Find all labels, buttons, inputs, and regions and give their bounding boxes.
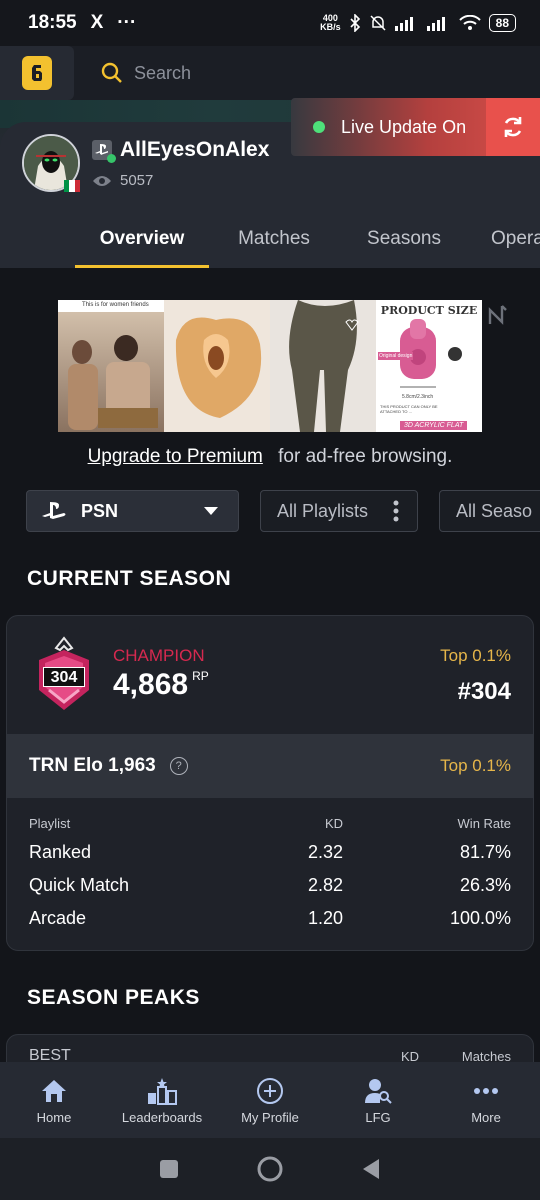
- add-circle-icon: [257, 1077, 283, 1104]
- home-icon: [42, 1079, 66, 1102]
- playlist-label: All Playlists: [277, 500, 369, 521]
- ad-image-3: [270, 300, 376, 432]
- system-navigation: [0, 1138, 540, 1200]
- back-button[interactable]: [361, 1158, 381, 1180]
- status-time: 18:55: [28, 12, 77, 33]
- ad-image-4: PRODUCT SIZE Original design 5.8cm/2.3in…: [376, 300, 482, 432]
- more-horizontal-icon: [474, 1087, 498, 1094]
- playlist-select[interactable]: All Playlists: [260, 490, 418, 532]
- rank-row: 304 CHAMPION 4,868 RP Top 0.1% #304: [7, 616, 533, 734]
- live-update-label: Live Update On: [341, 116, 467, 137]
- player-name-row: AllEyesOnAlex: [92, 138, 270, 163]
- tab-overview[interactable]: Overview: [75, 210, 209, 268]
- recent-apps-button[interactable]: [159, 1159, 179, 1179]
- col-winrate-header: Win Rate: [457, 816, 511, 831]
- eye-icon: [93, 175, 111, 186]
- more-notifications-icon: ···: [117, 12, 137, 33]
- country-flag-icon: [64, 180, 80, 192]
- playstation-icon: [42, 502, 66, 519]
- rank-position: #304: [457, 678, 511, 705]
- season-peaks-heading: SEASON PEAKS: [27, 986, 200, 1009]
- premium-text: for ad-free browsing.: [278, 446, 453, 467]
- nav-lfg[interactable]: LFG: [324, 1062, 432, 1138]
- current-season-card: 304 CHAMPION 4,868 RP Top 0.1% #304 TRN E…: [6, 615, 534, 951]
- player-name: AllEyesOnAlex: [120, 138, 270, 161]
- premium-promo: Upgrade to Premium for ad-free browsing.: [0, 446, 540, 468]
- mute-bell-icon: [370, 15, 386, 31]
- col-playlist-header: Playlist: [29, 816, 71, 831]
- refresh-button[interactable]: [486, 98, 540, 156]
- elo-label: TRN Elo 1,963: [29, 755, 156, 776]
- nav-more[interactable]: More: [432, 1062, 540, 1138]
- ad-image-1: This is for women friends: [58, 300, 164, 432]
- table-row: Ranked 2.32 81.7%: [29, 842, 511, 862]
- live-update-toggle[interactable]: Live Update On: [291, 98, 540, 156]
- advertisement[interactable]: This is for women friends PRODUCT SIZE O…: [58, 300, 482, 432]
- chevron-down-icon: [204, 507, 218, 515]
- nav-leaderboards[interactable]: Leaderboards: [108, 1062, 216, 1138]
- rank-points: 4,868 RP: [113, 668, 209, 701]
- tab-operators[interactable]: Opera: [469, 210, 540, 268]
- views-count: 5057: [120, 172, 154, 189]
- current-season-heading: CURRENT SEASON: [27, 567, 232, 590]
- platform-label: PSN: [81, 500, 119, 521]
- signal-icon: [394, 17, 413, 31]
- table-row: Quick Match 2.82 26.3%: [29, 875, 511, 895]
- leaderboard-icon: [148, 1077, 177, 1105]
- nav-my-profile[interactable]: My Profile: [216, 1062, 324, 1138]
- network-speed: 400 KB/s: [320, 13, 341, 32]
- trn-elo-row: TRN Elo 1,963 ? Top 0.1%: [7, 734, 533, 798]
- home-button[interactable]: [256, 1155, 284, 1183]
- bottom-navigation: Home Leaderboards My Profile LFG More: [0, 1062, 540, 1138]
- help-icon[interactable]: ?: [169, 757, 188, 775]
- rank-top-percent: Top 0.1%: [440, 646, 511, 665]
- more-vertical-icon: [393, 500, 399, 522]
- col-kd-header: KD: [324, 816, 343, 831]
- search-bar[interactable]: Search: [100, 61, 191, 85]
- ad-choices-icon[interactable]: [488, 304, 508, 331]
- upgrade-premium-link[interactable]: Upgrade to Premium: [88, 446, 263, 467]
- nav-my-profile-label: My Profile: [241, 1109, 299, 1125]
- verified-icon: [107, 154, 116, 163]
- rainbow-six-logo-icon: [22, 56, 52, 90]
- profile-views: 5057: [92, 172, 153, 189]
- profile-tabs: Overview Matches Seasons Opera: [0, 210, 540, 268]
- ad-image-2: [164, 300, 270, 432]
- tab-matches[interactable]: Matches: [209, 210, 339, 268]
- search-icon: [101, 62, 122, 83]
- elo-top-percent: Top 0.1%: [440, 756, 511, 775]
- search-placeholder: Search: [134, 62, 192, 83]
- refresh-icon: [504, 117, 522, 137]
- nav-more-label: More: [471, 1109, 501, 1125]
- user-search-icon: [365, 1078, 392, 1104]
- champion-rank-icon: 304: [33, 636, 95, 712]
- app-logo-button[interactable]: [0, 46, 74, 100]
- playstation-icon: [92, 140, 116, 163]
- bluetooth-icon: [350, 14, 360, 32]
- season-select[interactable]: All Seaso: [439, 490, 540, 532]
- rank-name: CHAMPION: [113, 646, 205, 665]
- x-app-icon: X: [90, 12, 104, 33]
- nav-lfg-label: LFG: [365, 1109, 391, 1125]
- nav-home[interactable]: Home: [0, 1062, 108, 1138]
- platform-select[interactable]: PSN: [26, 490, 239, 532]
- table-row: Arcade 1.20 100.0%: [29, 908, 511, 928]
- app-bar: Search: [0, 46, 540, 100]
- wifi-icon: [458, 15, 481, 30]
- tab-seasons[interactable]: Seasons: [339, 210, 469, 268]
- season-label: All Seaso: [456, 500, 533, 521]
- nav-home-label: Home: [36, 1109, 72, 1125]
- signal-icon-2: [426, 17, 445, 31]
- battery-indicator: 88: [488, 14, 516, 32]
- nav-leaderboards-label: Leaderboards: [121, 1109, 203, 1125]
- live-status-dot: [313, 121, 325, 133]
- status-bar: 18:55 X ··· 400 KB/s 88: [0, 0, 540, 46]
